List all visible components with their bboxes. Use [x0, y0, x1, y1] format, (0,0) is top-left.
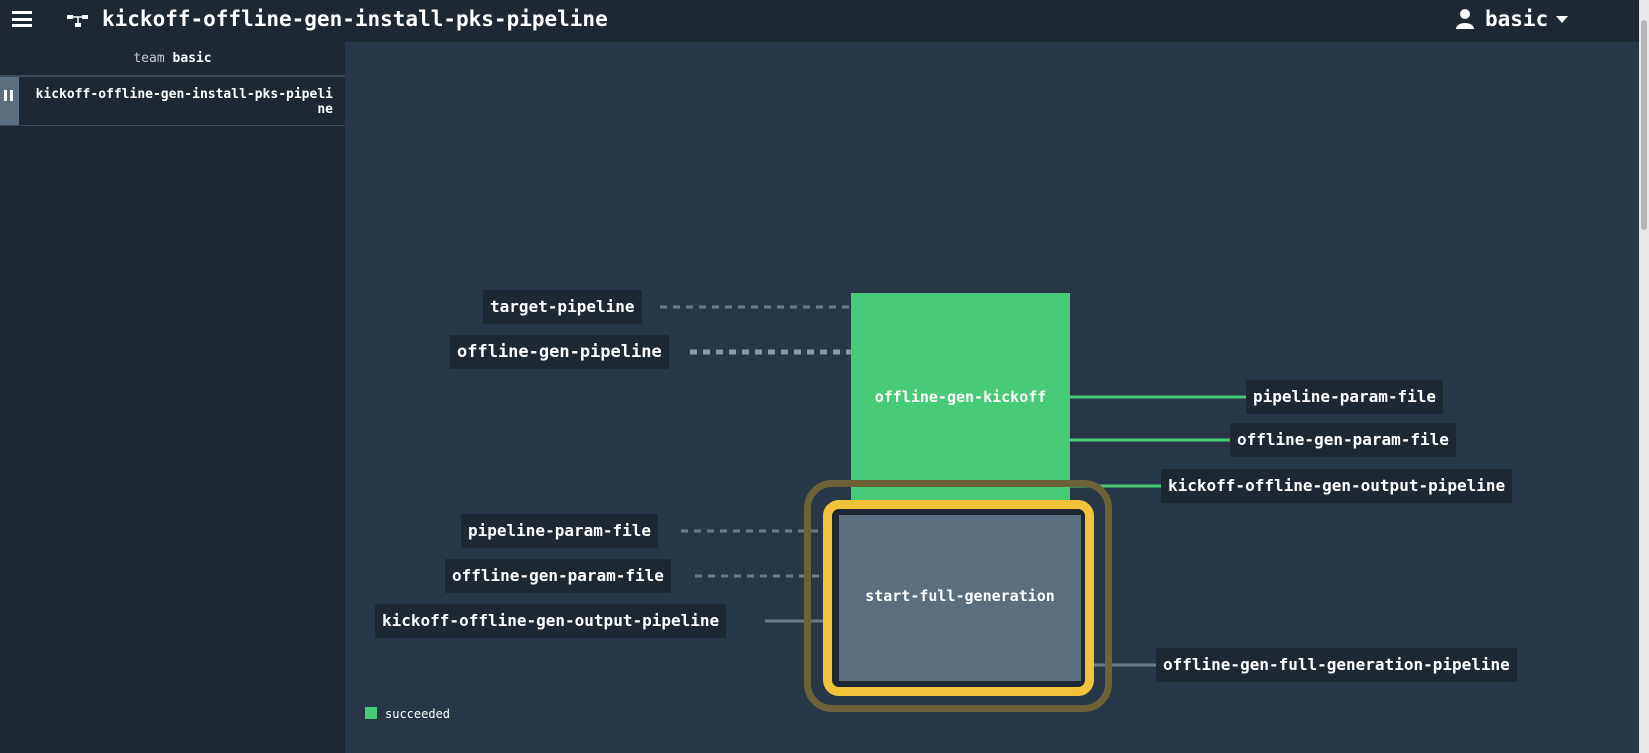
legend-label: succeeded [385, 707, 451, 721]
legend-swatch [365, 707, 377, 719]
resource-target-pipeline[interactable]: target-pipeline [483, 290, 642, 324]
job-label: offline-gen-kickoff [874, 388, 1047, 406]
resource-kickoff-offline-gen-output-pipeline[interactable]: kickoff-offline-gen-output-pipeline [1161, 469, 1513, 503]
scrollbar-thumb[interactable] [1641, 20, 1647, 230]
job-start-full-generation[interactable]: start-full-generation [839, 515, 1081, 681]
resource-kickoff-offline-gen-output-pipeline-input[interactable]: kickoff-offline-gen-output-pipeline [375, 604, 727, 638]
job-offline-gen-kickoff[interactable]: offline-gen-kickoff [851, 293, 1070, 501]
resource-offline-gen-full-generation-pipeline[interactable]: offline-gen-full-generation-pipeline [1156, 648, 1517, 682]
legend: succeeded [365, 707, 450, 721]
resource-pipeline-param-file-input[interactable]: pipeline-param-file [461, 514, 659, 548]
resource-offline-gen-pipeline[interactable]: offline-gen-pipeline [450, 335, 669, 369]
resource-pipeline-param-file[interactable]: pipeline-param-file [1246, 380, 1444, 414]
scrollbar[interactable] [1639, 0, 1649, 753]
pipeline-graph: target-pipeline offline-gen-pipeline off… [0, 0, 1649, 753]
resource-offline-gen-param-file-input[interactable]: offline-gen-param-file [445, 559, 671, 593]
job-label: start-full-generation [865, 587, 1055, 605]
resource-offline-gen-param-file[interactable]: offline-gen-param-file [1230, 423, 1456, 457]
